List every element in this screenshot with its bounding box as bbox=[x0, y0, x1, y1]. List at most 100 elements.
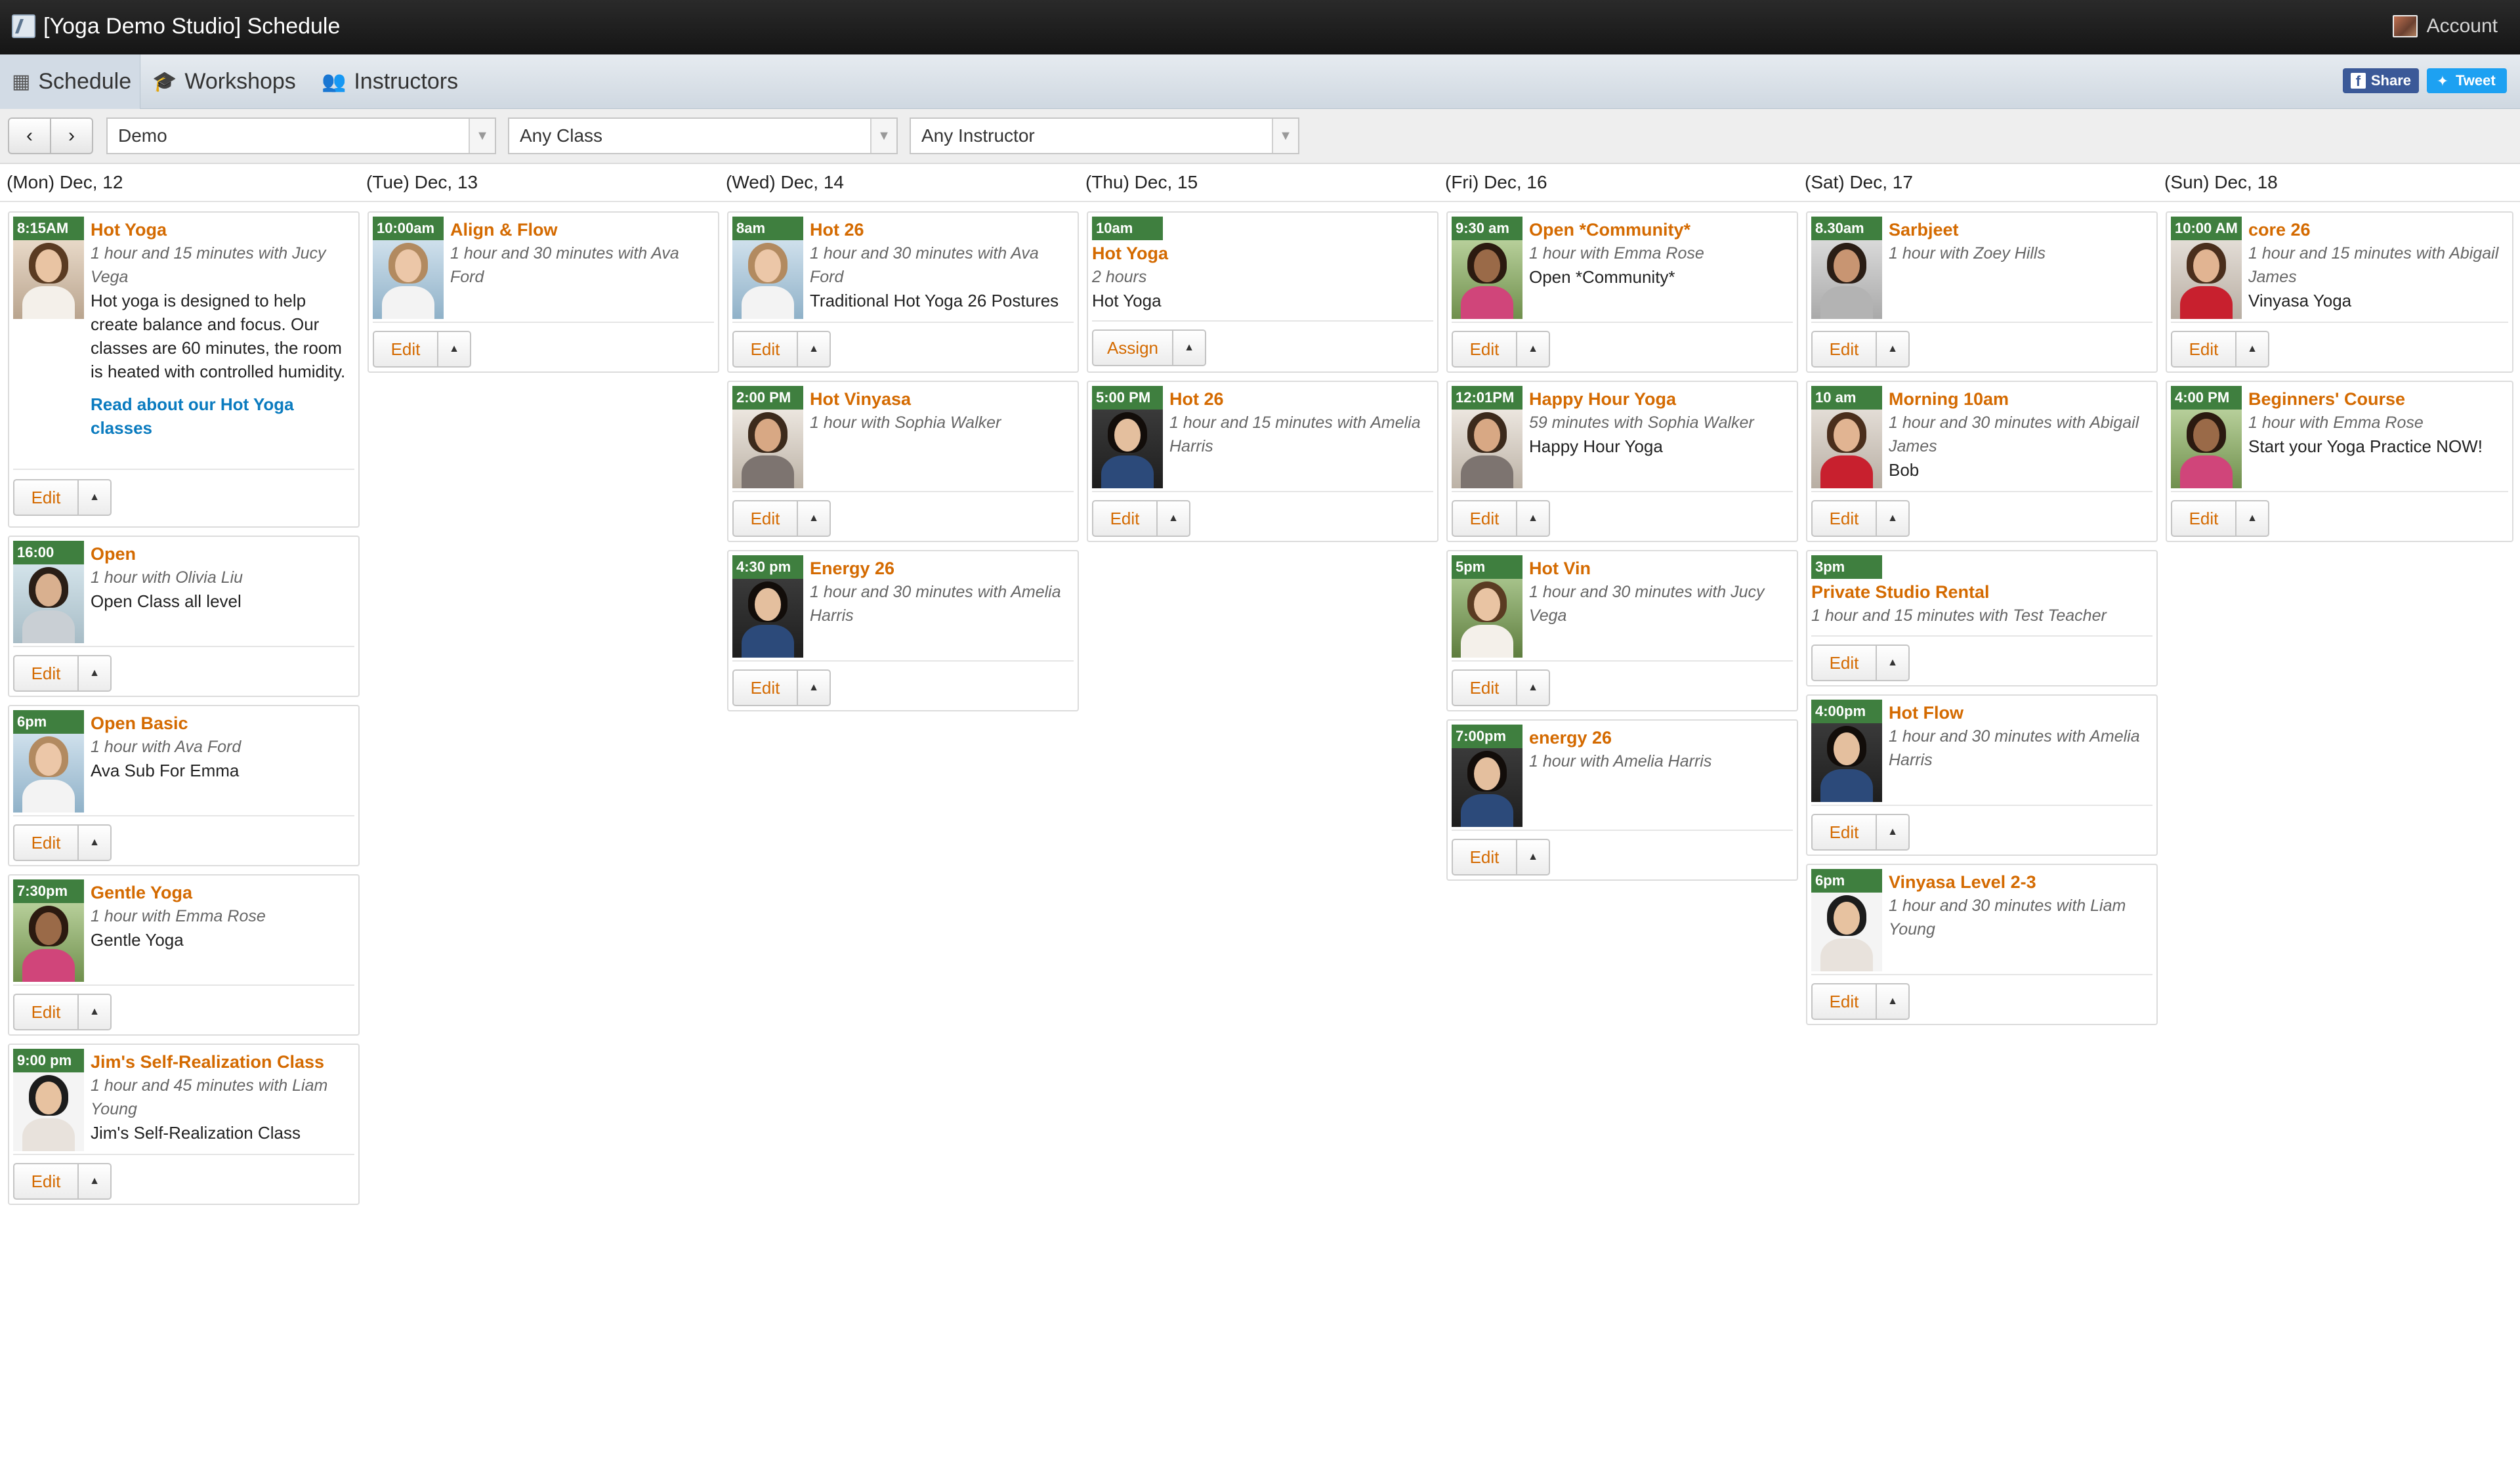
class-name-link[interactable]: Vinyasa Level 2-3 bbox=[1889, 870, 2152, 894]
class-name-link[interactable]: Hot Vin bbox=[1529, 557, 1793, 580]
facebook-share-button[interactable]: f Share bbox=[2343, 68, 2419, 93]
edit-button[interactable]: Edit bbox=[732, 331, 798, 368]
caret-up-icon[interactable]: ▲ bbox=[79, 994, 112, 1030]
assign-button[interactable]: Assign bbox=[1092, 329, 1173, 366]
edit-button[interactable]: Edit bbox=[13, 824, 79, 861]
caret-up-icon[interactable]: ▲ bbox=[798, 500, 831, 537]
next-week-button[interactable]: › bbox=[50, 117, 93, 154]
tab-instructors[interactable]: 👥 Instructors bbox=[310, 54, 480, 109]
tab-workshops[interactable]: 🎓 Workshops bbox=[140, 54, 310, 109]
edit-button[interactable]: Edit bbox=[732, 500, 798, 537]
class-name-link[interactable]: energy 26 bbox=[1529, 726, 1793, 750]
edit-button[interactable]: Edit bbox=[373, 331, 438, 368]
edit-button[interactable]: Edit bbox=[13, 1163, 79, 1200]
caret-up-icon[interactable]: ▲ bbox=[1517, 331, 1550, 368]
class-name-link[interactable]: Morning 10am bbox=[1889, 387, 2152, 411]
edit-button[interactable]: Edit bbox=[13, 479, 79, 516]
edit-button[interactable]: Edit bbox=[2171, 331, 2236, 368]
class-name-link[interactable]: Energy 26 bbox=[810, 557, 1074, 580]
class-name-link[interactable]: Hot 26 bbox=[810, 218, 1074, 242]
class-name-link[interactable]: Sarbjeet bbox=[1889, 218, 2152, 242]
edit-button[interactable]: Edit bbox=[2171, 500, 2236, 537]
dropdown-arrow-icon: ▼ bbox=[870, 119, 896, 153]
edit-button[interactable]: Edit bbox=[1811, 983, 1877, 1020]
edit-button[interactable]: Edit bbox=[732, 669, 798, 706]
class-name-link[interactable]: Happy Hour Yoga bbox=[1529, 387, 1793, 411]
class-time-badge: 9:00 pm bbox=[13, 1049, 84, 1072]
class-name-link[interactable]: Open Basic bbox=[91, 711, 354, 735]
caret-up-icon[interactable]: ▲ bbox=[79, 1163, 112, 1200]
instructor-photo bbox=[1452, 748, 1522, 827]
caret-up-icon[interactable]: ▲ bbox=[1877, 983, 1910, 1020]
edit-button[interactable]: Edit bbox=[1092, 500, 1158, 537]
edit-button[interactable]: Edit bbox=[1452, 839, 1517, 876]
caret-up-icon[interactable]: ▲ bbox=[438, 331, 471, 368]
caret-up-icon[interactable]: ▲ bbox=[1877, 500, 1910, 537]
class-name-link[interactable]: core 26 bbox=[2248, 218, 2508, 242]
edit-button[interactable]: Edit bbox=[1452, 500, 1517, 537]
class-name-link[interactable]: Open bbox=[91, 542, 354, 566]
caret-up-icon[interactable]: ▲ bbox=[1877, 644, 1910, 681]
class-name-link[interactable]: Hot Vinyasa bbox=[810, 387, 1074, 411]
class-duration: 1 hour with Emma Rose bbox=[1529, 244, 1704, 263]
read-more-link[interactable]: Read about our Hot Yoga classes bbox=[91, 392, 354, 440]
previous-week-button[interactable]: ‹ bbox=[8, 117, 51, 154]
class-time-badge: 10 am bbox=[1811, 386, 1882, 410]
caret-up-icon[interactable]: ▲ bbox=[1517, 839, 1550, 876]
caret-up-icon[interactable]: ▲ bbox=[2236, 500, 2269, 537]
class-name-link[interactable]: Private Studio Rental bbox=[1811, 580, 2152, 604]
caret-up-icon[interactable]: ▲ bbox=[798, 331, 831, 368]
class-name-link[interactable]: Hot Yoga bbox=[1092, 242, 1433, 265]
edit-button-group: Edit ▲ bbox=[1811, 331, 1910, 368]
class-duration: 1 hour and 15 minutes with Jucy Vega bbox=[91, 244, 326, 286]
caret-up-icon[interactable]: ▲ bbox=[79, 655, 112, 692]
account-label: Account bbox=[2426, 15, 2498, 37]
caret-up-icon[interactable]: ▲ bbox=[798, 669, 831, 706]
tweet-button[interactable]: ✦ Tweet bbox=[2427, 68, 2507, 93]
edit-button-group: Edit ▲ bbox=[13, 1163, 112, 1200]
edit-button[interactable]: Edit bbox=[1811, 644, 1877, 681]
class-duration: 59 minutes with Sophia Walker bbox=[1529, 413, 1754, 432]
account-avatar-icon bbox=[2392, 15, 2418, 37]
caret-up-icon[interactable]: ▲ bbox=[1158, 500, 1190, 537]
class-name-link[interactable]: Gentle Yoga bbox=[91, 881, 354, 904]
tab-label: Schedule bbox=[38, 69, 132, 94]
edit-button[interactable]: Edit bbox=[1811, 331, 1877, 368]
edit-button-group: Edit ▲ bbox=[732, 500, 831, 537]
class-name-link[interactable]: Align & Flow bbox=[450, 218, 714, 242]
class-name-link[interactable]: Hot Yoga bbox=[91, 218, 354, 242]
instructor-select[interactable]: Any Instructor ▼ bbox=[910, 117, 1299, 154]
caret-up-icon[interactable]: ▲ bbox=[79, 824, 112, 861]
edit-button[interactable]: Edit bbox=[1452, 331, 1517, 368]
edit-button[interactable]: Edit bbox=[1452, 669, 1517, 706]
edit-button-group: Edit ▲ bbox=[373, 331, 471, 368]
edit-button-group: Edit ▲ bbox=[1811, 500, 1910, 537]
caret-up-icon[interactable]: ▲ bbox=[1173, 329, 1206, 366]
caret-up-icon[interactable]: ▲ bbox=[2236, 331, 2269, 368]
caret-up-icon[interactable]: ▲ bbox=[79, 479, 112, 516]
location-select[interactable]: Demo ▼ bbox=[106, 117, 496, 154]
caret-up-icon[interactable]: ▲ bbox=[1877, 331, 1910, 368]
class-name-link[interactable]: Hot Flow bbox=[1889, 701, 2152, 725]
tab-schedule[interactable]: ▦ Schedule bbox=[0, 54, 140, 109]
class-card: 7:00pm energy 26 1 hour with Amelia Harr… bbox=[1446, 719, 1798, 881]
edit-button-group: Edit ▲ bbox=[1811, 814, 1910, 851]
tab-label: Instructors bbox=[354, 69, 459, 94]
card-divider bbox=[732, 322, 1074, 323]
class-duration: 1 hour and 15 minutes with Test Teacher bbox=[1811, 606, 2107, 625]
account-menu[interactable]: Account bbox=[2392, 12, 2498, 41]
edit-button[interactable]: Edit bbox=[13, 994, 79, 1030]
class-name-link[interactable]: Beginners' Course bbox=[2248, 387, 2508, 411]
class-name-link[interactable]: Jim's Self-Realization Class bbox=[91, 1050, 354, 1074]
caret-up-icon[interactable]: ▲ bbox=[1877, 814, 1910, 851]
class-select[interactable]: Any Class ▼ bbox=[508, 117, 898, 154]
class-card: 5:00 PM Hot 26 1 hour and 15 minutes wit… bbox=[1087, 381, 1438, 542]
class-name-link[interactable]: Open *Community* bbox=[1529, 218, 1793, 242]
caret-up-icon[interactable]: ▲ bbox=[1517, 500, 1550, 537]
caret-up-icon[interactable]: ▲ bbox=[1517, 669, 1550, 706]
edit-button[interactable]: Edit bbox=[1811, 814, 1877, 851]
class-value: Any Class bbox=[520, 125, 603, 146]
edit-button[interactable]: Edit bbox=[13, 655, 79, 692]
class-name-link[interactable]: Hot 26 bbox=[1169, 387, 1433, 411]
edit-button[interactable]: Edit bbox=[1811, 500, 1877, 537]
